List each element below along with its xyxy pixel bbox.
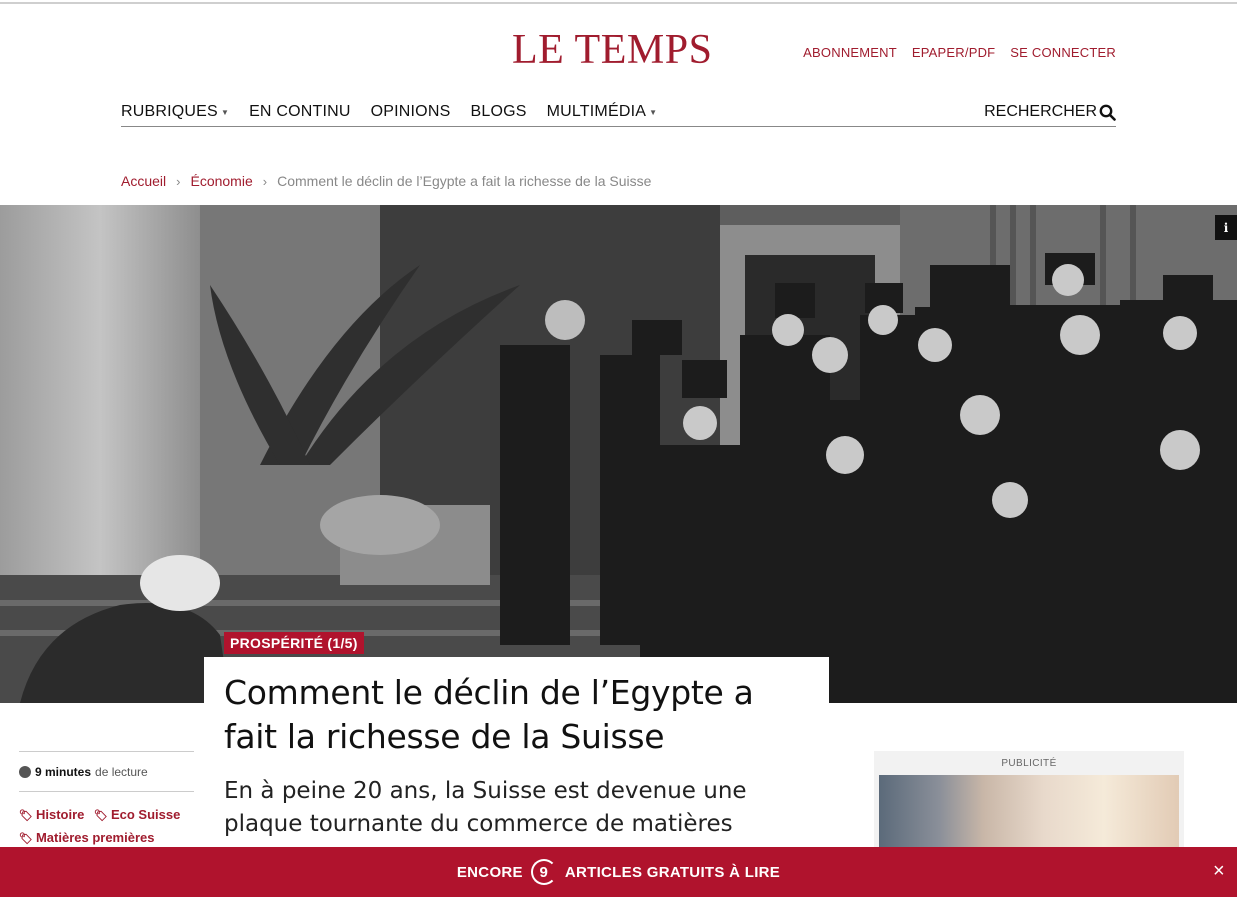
nav-item-en-continu[interactable]: EN CONTINU — [249, 103, 351, 121]
chevron-down-icon: ▼ — [220, 107, 230, 117]
reading-time-value: 9 minutes — [35, 765, 92, 779]
nav-item-opinions[interactable]: OPINIONS — [371, 103, 451, 121]
tag-item[interactable]: 🏷 Eco Suisse — [94, 807, 183, 822]
tag-icon: 🏷 — [19, 810, 33, 822]
main-nav: RUBRIQUES ▼ EN CONTINU OPINIONS BLOGS MU… — [121, 103, 1116, 127]
tag-label: Matières premières — [35, 830, 155, 845]
close-icon[interactable]: × — [1213, 861, 1225, 881]
ad-image[interactable] — [879, 775, 1179, 851]
article-meta: 9 minutes de lecture 🏷 Histoire 🏷 Eco Suis… — [19, 751, 194, 850]
tag-icon: 🏷 — [94, 810, 108, 822]
nav-item-multimedia[interactable]: MULTIMÉDIA ▼ — [547, 103, 658, 121]
login-link[interactable]: SE CONNECTER — [1010, 45, 1116, 60]
chevron-down-icon: ▼ — [649, 107, 658, 117]
breadcrumb-separator: › — [262, 173, 268, 189]
breadcrumb-home[interactable]: Accueil — [121, 173, 166, 189]
top-divider — [0, 2, 1237, 4]
site-logo[interactable]: LE TEMPS — [512, 28, 712, 72]
search-icon — [1099, 104, 1116, 121]
article-lead: En à peine 20 ans, la Suisse est devenue… — [224, 778, 747, 837]
tag-item[interactable]: 🏷 Histoire — [19, 807, 87, 822]
epaper-link[interactable]: EPAPER/PDF — [912, 45, 995, 60]
nav-item-label: EN CONTINU — [249, 103, 351, 120]
hero-image — [0, 205, 1237, 703]
reading-time-suffix: de lecture — [95, 765, 148, 779]
search-label: RECHERCHER — [984, 103, 1097, 120]
advertisement: PUBLICITÉ — [874, 751, 1184, 851]
nav-item-label: RUBRIQUES — [121, 103, 218, 120]
nav-item-label: OPINIONS — [370, 103, 451, 120]
paywall-banner[interactable]: ENCORE 9 ARTICLES GRATUITS À LIRE × — [0, 847, 1237, 897]
article-kicker[interactable]: PROSPÉRITÉ (1/5) — [224, 632, 364, 654]
nav-item-rubriques[interactable]: RUBRIQUES ▼ — [121, 103, 229, 121]
nav-item-blogs[interactable]: BLOGS — [470, 103, 526, 121]
image-info-button[interactable]: i — [1215, 215, 1237, 240]
breadcrumb-current: Comment le déclin de l’Egypte a fait la … — [277, 173, 652, 189]
ad-label: PUBLICITÉ — [1001, 758, 1057, 769]
nav-item-label: MULTIMÉDIA — [546, 103, 647, 120]
tag-label: Histoire — [35, 807, 85, 822]
article-title: Comment le déclin de l’Egypte a fait la … — [224, 673, 754, 756]
subscribe-link[interactable]: ABONNEMENT — [803, 45, 897, 60]
nav-item-label: BLOGS — [470, 103, 527, 120]
search-button[interactable]: RECHERCHER — [984, 103, 1116, 121]
paywall-suffix: ARTICLES GRATUITS À LIRE — [564, 863, 781, 881]
account-links: ABONNEMENT EPAPER/PDF SE CONNECTER — [803, 45, 1116, 60]
article-header: Comment le déclin de l’Egypte a fait la … — [204, 657, 829, 847]
free-articles-count: 9 — [530, 859, 557, 885]
tag-item[interactable]: 🏷 Matières premières — [19, 830, 157, 845]
tag-label: Eco Suisse — [110, 807, 181, 822]
reading-time: 9 minutes de lecture — [19, 752, 194, 792]
breadcrumb-separator: › — [176, 173, 181, 189]
paywall-prefix: ENCORE — [456, 863, 523, 881]
breadcrumb: Accueil › Économie › Comment le déclin d… — [121, 173, 651, 189]
tag-list: 🏷 Histoire 🏷 Eco Suisse 🏷 Matières première… — [19, 792, 194, 850]
hero-photo-illustration — [0, 205, 1237, 703]
breadcrumb-section[interactable]: Économie — [190, 173, 252, 189]
clock-icon — [19, 766, 31, 778]
tag-icon: 🏷 — [19, 833, 33, 845]
